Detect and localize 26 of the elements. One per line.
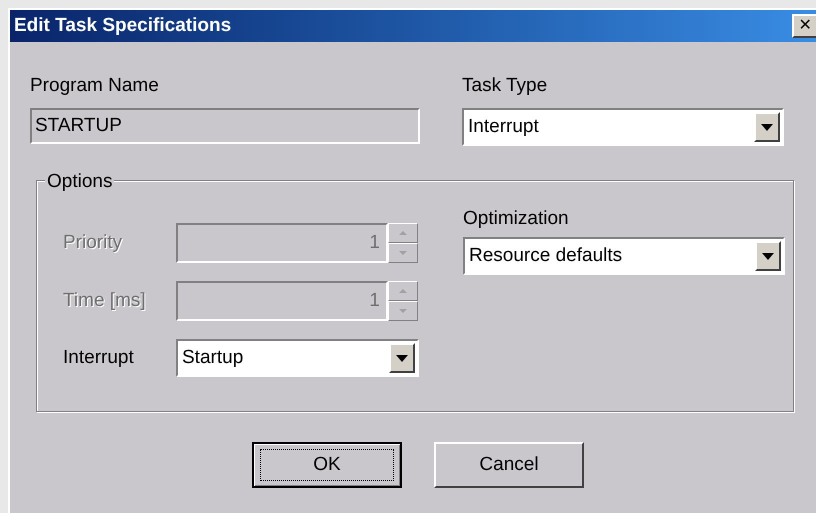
field-label: Optimization <box>463 207 570 229</box>
spin-buttons[interactable] <box>388 223 418 263</box>
field-label: Interrupt <box>63 346 135 370</box>
program-name-field[interactable]: STARTUP <box>30 108 420 144</box>
caret-icon <box>762 252 774 260</box>
dialog-button[interactable]: OK <box>252 442 402 488</box>
dropdown-field[interactable]: Resource defaults <box>463 237 785 275</box>
spin-buttons[interactable] <box>388 281 418 321</box>
caret-icon <box>761 124 773 130</box>
up-arrow-icon <box>399 289 407 293</box>
caret-icon <box>396 354 408 362</box>
up-arrow-icon <box>399 231 407 235</box>
dropdown-field[interactable]: Interrupt <box>462 108 784 146</box>
down-arrow-icon <box>399 309 407 313</box>
dialog-button[interactable]: Cancel <box>434 442 584 488</box>
field-label: Time [ms] <box>63 288 147 313</box>
dropdown-field[interactable]: Startup <box>176 339 419 377</box>
field-label: Priority <box>63 230 124 255</box>
down-arrow-icon <box>399 251 407 255</box>
dropdown-button[interactable] <box>755 241 781 271</box>
window-title: Edit Task Specifications <box>14 14 232 38</box>
close-button[interactable]: ✕ <box>792 14 816 38</box>
dropdown-button[interactable] <box>389 343 415 373</box>
dropdown-button[interactable] <box>754 112 780 142</box>
field-label: Task Type <box>462 74 548 96</box>
field-label: Program Name <box>30 74 160 96</box>
